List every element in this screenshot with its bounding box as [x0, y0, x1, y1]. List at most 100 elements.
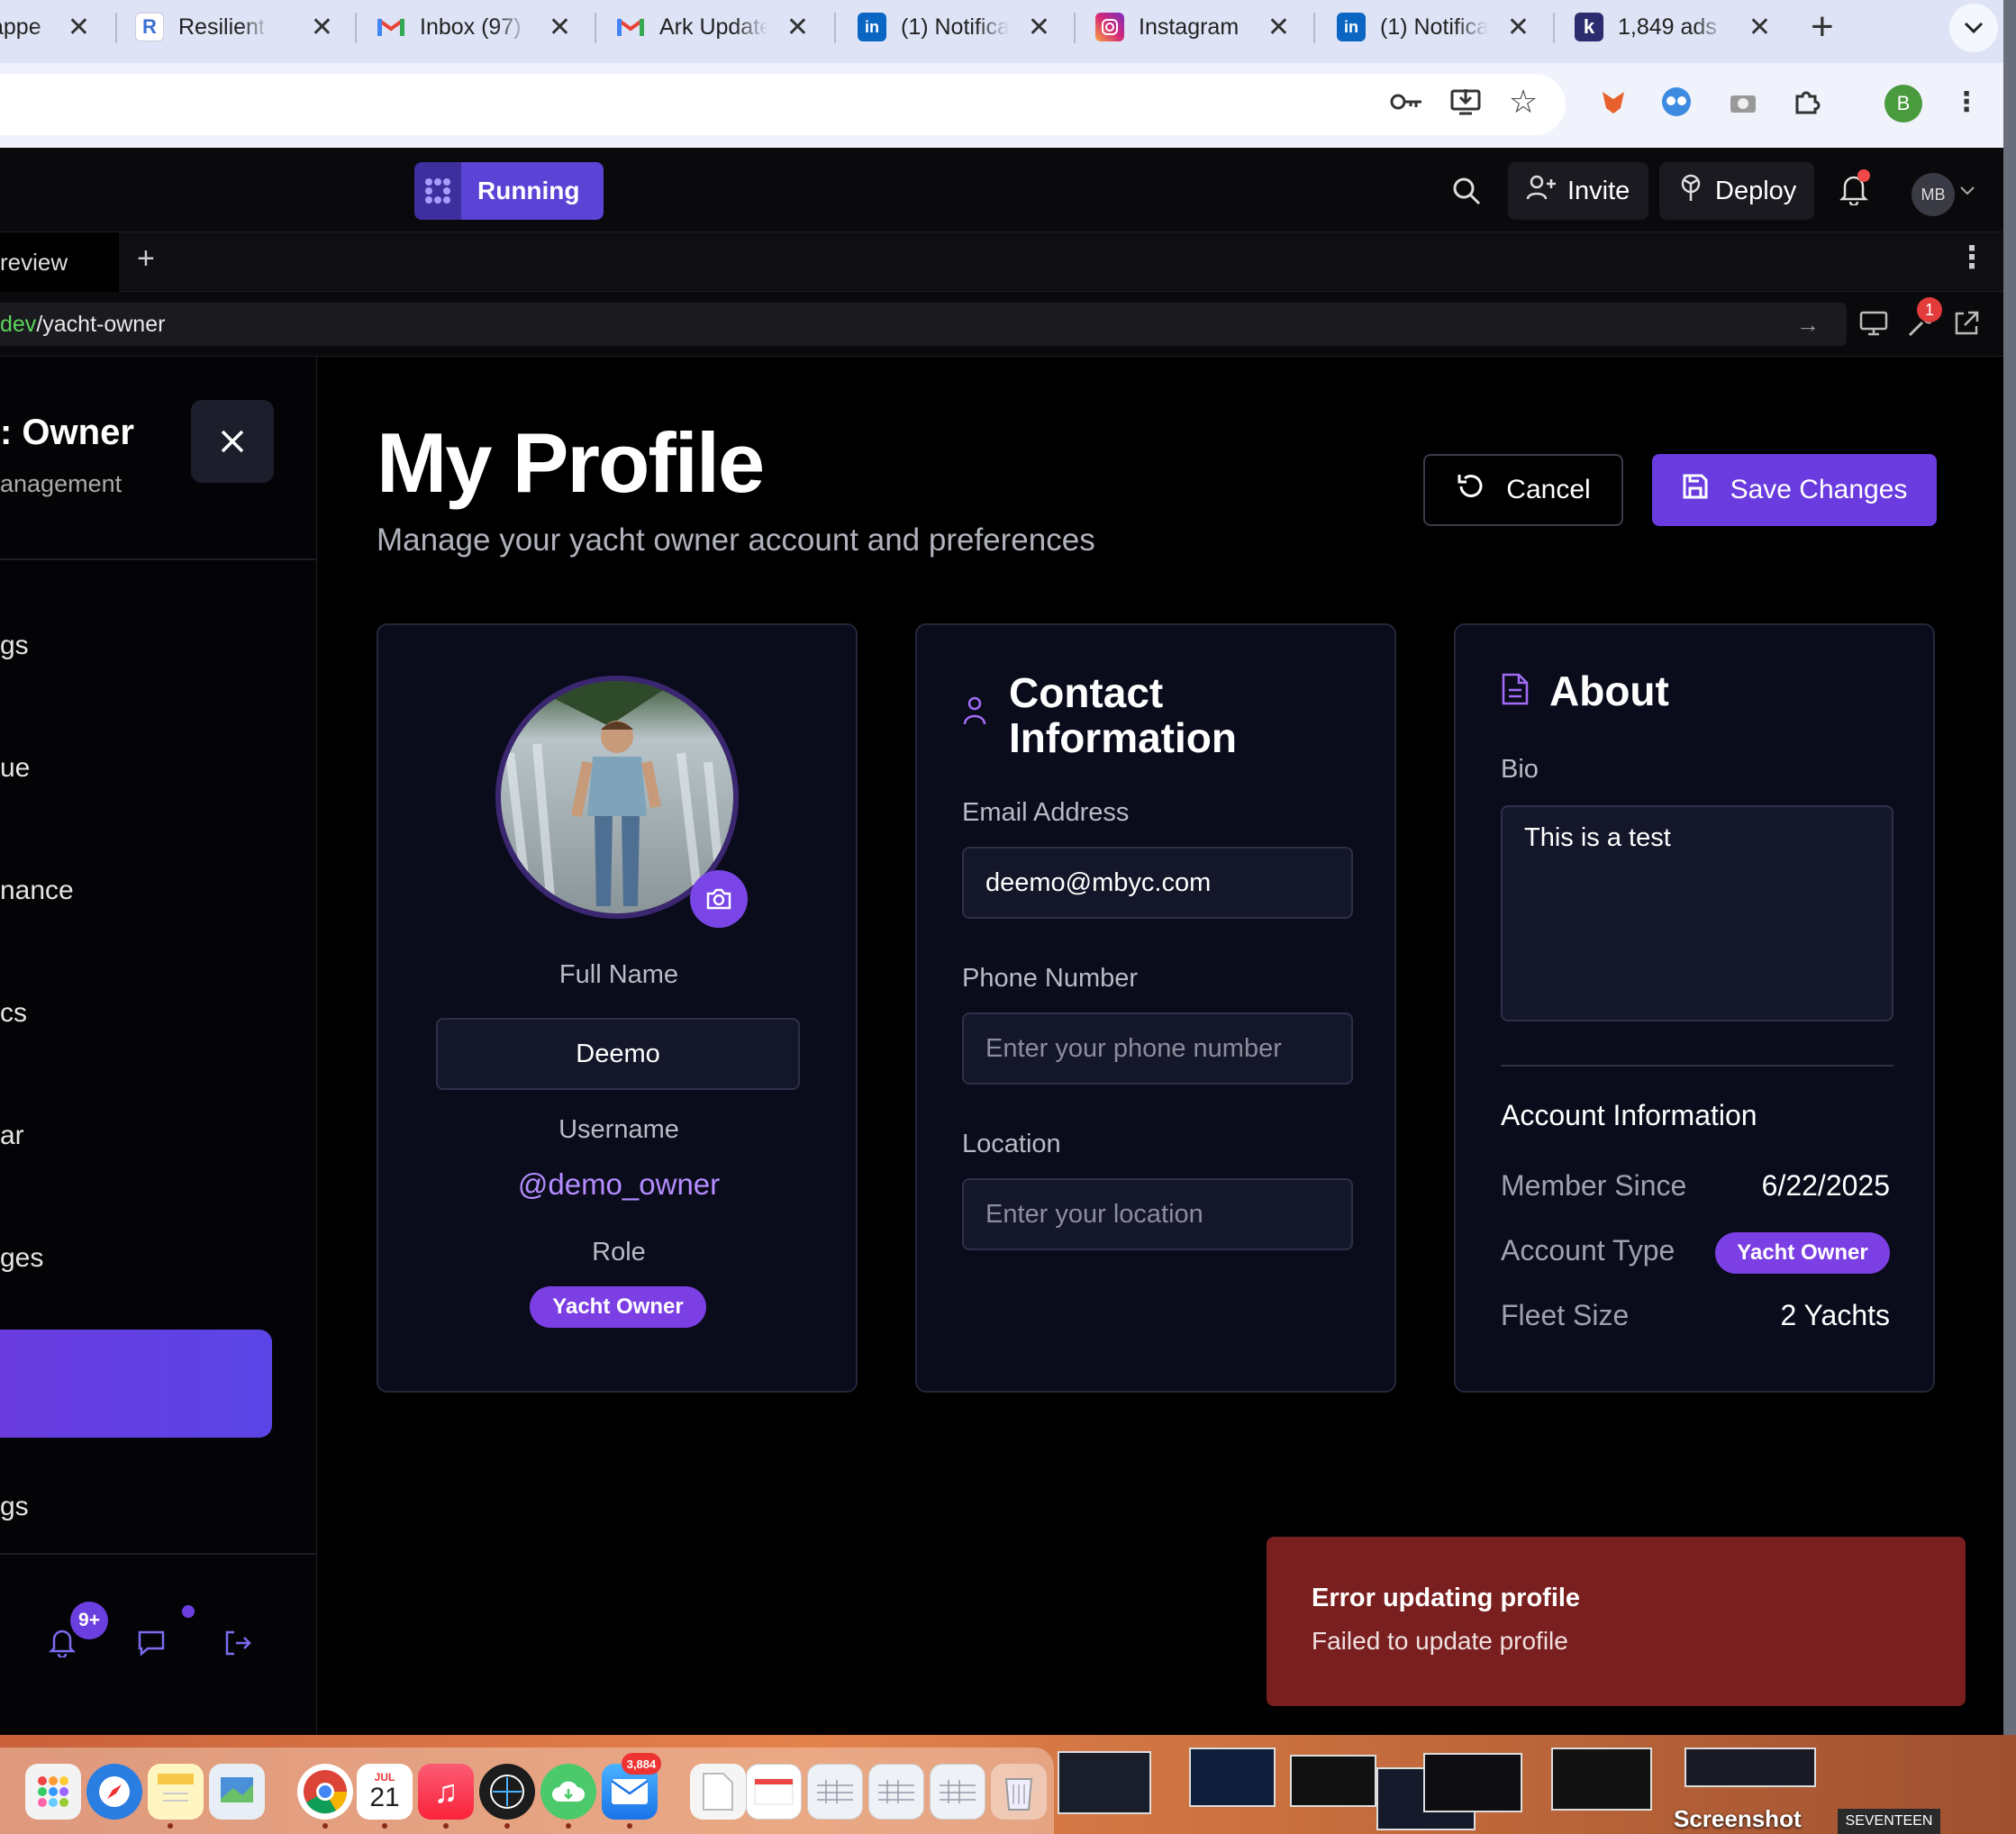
- pdf-file-icon[interactable]: [690, 1764, 746, 1820]
- search-icon[interactable]: [1452, 177, 1481, 210]
- invite-label: Invite: [1567, 176, 1630, 205]
- close-icon[interactable]: ✕: [1028, 12, 1050, 43]
- close-sidebar-button[interactable]: [191, 400, 274, 483]
- instagram-icon: [1095, 13, 1124, 41]
- change-photo-button[interactable]: [690, 870, 748, 928]
- sidebar-item[interactable]: gs: [0, 1492, 29, 1522]
- calendar-icon[interactable]: JUL 21: [357, 1764, 413, 1820]
- browser-tab[interactable]: in (1) Notifica ✕: [1337, 0, 1530, 54]
- kebab-menu-icon[interactable]: ⋮: [1953, 83, 1980, 121]
- install-app-icon[interactable]: [1447, 83, 1485, 121]
- sidebar-item[interactable]: gs: [0, 631, 29, 661]
- fox-extension-icon[interactable]: [1594, 83, 1632, 121]
- browser-tab[interactable]: in (1) Notifica ✕: [858, 0, 1050, 54]
- url-path: /yacht-owner: [36, 311, 166, 337]
- desktop-screenshot-thumbnail[interactable]: [1423, 1753, 1522, 1812]
- preview-url-field[interactable]: dev/yacht-owner →: [0, 303, 1847, 346]
- chat-icon[interactable]: [137, 1629, 166, 1657]
- close-icon[interactable]: ✕: [311, 12, 333, 43]
- browser-tab[interactable]: R Resilient H ✕: [135, 0, 333, 54]
- email-field[interactable]: deemo@mbyc.com: [962, 847, 1353, 919]
- extensions-puzzle-icon[interactable]: [1789, 83, 1827, 121]
- desktop-screenshot-thumbnail[interactable]: [1290, 1755, 1376, 1807]
- add-tab-icon[interactable]: +: [137, 241, 155, 277]
- app-logo-icon: [414, 162, 461, 220]
- launchpad-icon[interactable]: [25, 1764, 81, 1820]
- mail-icon[interactable]: 3,884: [602, 1753, 661, 1820]
- trash-icon[interactable]: [991, 1764, 1047, 1820]
- cloud-download-icon[interactable]: [540, 1764, 596, 1820]
- calendar-day: 21: [369, 1783, 400, 1812]
- calendar-file-icon[interactable]: [746, 1764, 802, 1820]
- browser-tab[interactable]: Ark Update ✕: [616, 0, 809, 54]
- full-name-field[interactable]: Deemo: [436, 1018, 800, 1090]
- bell-icon[interactable]: [49, 1627, 76, 1657]
- spreadsheet-file-icon[interactable]: [807, 1764, 863, 1820]
- browser-tab[interactable]: Instagram ✕: [1095, 0, 1290, 54]
- save-button[interactable]: Save Changes: [1652, 454, 1937, 526]
- toast-title: Error updating profile: [1312, 1584, 1581, 1612]
- notes-icon[interactable]: [148, 1764, 204, 1820]
- address-bar[interactable]: [0, 74, 1566, 135]
- k-icon: k: [1575, 13, 1603, 41]
- phone-field[interactable]: Enter your phone number: [962, 1012, 1353, 1085]
- browser-tab[interactable]: Inbox (97) ✕: [377, 0, 571, 54]
- bio-textarea[interactable]: This is a test: [1501, 805, 1893, 1021]
- close-icon[interactable]: ✕: [786, 12, 809, 43]
- deploy-button[interactable]: Deploy: [1659, 162, 1814, 220]
- new-tab-icon[interactable]: +: [1811, 7, 1834, 47]
- desktop-screenshot-thumbnail[interactable]: [1685, 1748, 1816, 1787]
- kebab-menu-icon[interactable]: ⋮: [1957, 240, 1987, 276]
- divider: [1501, 1065, 1893, 1067]
- avatar[interactable]: MB: [1912, 173, 1955, 216]
- music-icon[interactable]: ♫: [418, 1764, 474, 1820]
- tab-preview[interactable]: review: [0, 232, 119, 292]
- close-icon[interactable]: ✕: [1748, 12, 1771, 43]
- seventeen-thumbnail[interactable]: SEVENTEEN: [1838, 1809, 1940, 1834]
- sidebar-title: : Owner: [0, 413, 134, 452]
- browser-tab[interactable]: k 1,849 ads ✕: [1575, 0, 1771, 54]
- spreadsheet-file-icon[interactable]: [868, 1764, 924, 1820]
- profile-avatar[interactable]: B: [1884, 85, 1922, 123]
- invite-button[interactable]: Invite: [1508, 162, 1648, 220]
- contact-card: Contact Information Email Address deemo@…: [915, 623, 1396, 1393]
- cancel-button[interactable]: Cancel: [1423, 454, 1623, 526]
- preview-app-icon[interactable]: [209, 1764, 265, 1820]
- external-link-icon[interactable]: [1953, 310, 1980, 341]
- desktop-screenshot-thumbnail[interactable]: [1058, 1751, 1151, 1814]
- chevron-down-icon[interactable]: [1949, 4, 1998, 52]
- desktop-screenshot-thumbnail[interactable]: [1189, 1748, 1276, 1807]
- logout-icon[interactable]: [223, 1629, 252, 1657]
- spreadsheet-file-icon[interactable]: [930, 1764, 985, 1820]
- sidebar-item[interactable]: cs: [0, 998, 27, 1029]
- running-status[interactable]: Running: [414, 162, 604, 220]
- compass-app-icon[interactable]: [479, 1764, 535, 1820]
- chevron-down-icon[interactable]: [1960, 184, 1975, 200]
- bell-icon[interactable]: [1839, 169, 1870, 210]
- safari-icon[interactable]: [86, 1764, 142, 1820]
- bookmark-star-icon[interactable]: ☆: [1504, 83, 1542, 121]
- sidebar-item[interactable]: ar: [0, 1121, 24, 1151]
- owl-extension-icon[interactable]: [1657, 83, 1695, 121]
- arrow-right-icon[interactable]: →: [1796, 311, 1820, 339]
- key-icon[interactable]: [1387, 83, 1425, 121]
- email-label: Email Address: [962, 798, 1130, 827]
- close-icon[interactable]: ✕: [549, 12, 571, 43]
- close-icon[interactable]: ✕: [1507, 12, 1530, 43]
- full-name-label: Full Name: [558, 960, 679, 989]
- sidebar-item[interactable]: ges: [0, 1243, 43, 1274]
- browser-tab[interactable]: appe ✕: [0, 0, 90, 54]
- desktop-screenshot-thumbnail[interactable]: [1551, 1748, 1652, 1811]
- close-icon[interactable]: ✕: [68, 12, 90, 43]
- camera-extension-icon[interactable]: [1724, 83, 1762, 121]
- account-info-heading: Account Information: [1501, 1099, 1757, 1131]
- close-icon[interactable]: ✕: [1267, 12, 1290, 43]
- location-field[interactable]: Enter your location: [962, 1178, 1353, 1250]
- wrench-icon[interactable]: 1: [1906, 297, 1942, 343]
- monitor-icon[interactable]: [1859, 310, 1888, 341]
- sidebar-item[interactable]: ue: [0, 753, 30, 784]
- chrome-icon[interactable]: [297, 1764, 353, 1820]
- sidebar-item[interactable]: nance: [0, 876, 74, 906]
- sidebar-item-active[interactable]: [0, 1330, 272, 1438]
- error-toast[interactable]: Error updating profile Failed to update …: [1267, 1537, 1966, 1706]
